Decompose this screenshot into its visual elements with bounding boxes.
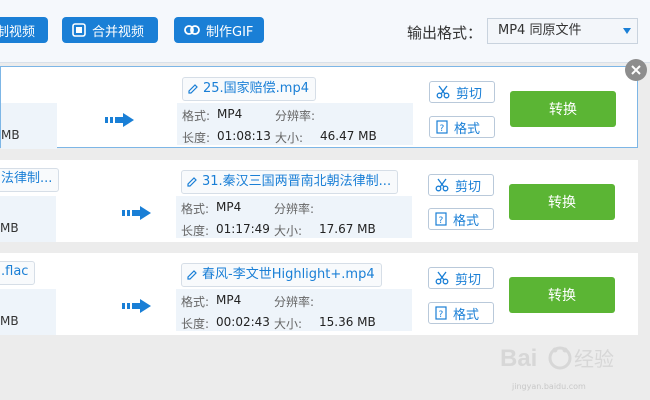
svg-text:Bai: Bai xyxy=(500,345,537,372)
pencil-icon xyxy=(188,84,198,94)
source-size: MB xyxy=(1,128,20,142)
merge-video-label: 合并视频 xyxy=(92,24,145,40)
convert-arrow-icon xyxy=(105,113,134,127)
convert-label: 转换 xyxy=(548,195,576,211)
output-format-value: MP4 同原文件 xyxy=(498,23,582,38)
output-filename-text: 春风-李文世Highlight+.mp4 xyxy=(202,267,375,282)
format-button-label: 格式 xyxy=(453,307,480,323)
resolution-key: 分辨率: xyxy=(274,295,315,309)
convert-button[interactable]: 转换 xyxy=(509,184,615,220)
size-value: 17.67 MB xyxy=(319,222,376,236)
cut-label: 剪切 xyxy=(455,272,482,288)
watermark-url: jingyan.baidu.com xyxy=(512,382,586,391)
output-filename[interactable]: 25.国家赔偿.mp4 xyxy=(182,77,316,101)
output-info: 格式: MP4 分辨率: 长度: 01:17:49 大小: 17.67 MB xyxy=(176,196,412,238)
format-button[interactable]: ? 格式 xyxy=(429,116,495,138)
file-row[interactable]: 法律制... MB 31.秦汉三国两晋南北朝法律制... 格式: MP4 分辨率… xyxy=(0,160,638,242)
resolution-key: 分辨率: xyxy=(274,202,315,216)
link-icon xyxy=(184,25,200,35)
merge-icon xyxy=(72,23,86,37)
duration-key: 长度: xyxy=(181,224,210,238)
format-button-label: 格式 xyxy=(454,121,481,137)
edit-video-button[interactable]: 制视频 xyxy=(0,17,48,43)
size-key: 大小: xyxy=(274,224,303,238)
cut-label: 剪切 xyxy=(456,86,483,102)
edit-video-label: 制视频 xyxy=(0,24,36,40)
chevron-down-icon xyxy=(623,28,631,34)
source-filename: .flac xyxy=(0,261,36,285)
format-value: MP4 xyxy=(216,293,242,307)
output-format-label: 输出格式： xyxy=(407,24,483,42)
file-row[interactable]: .flac MB 春风-李文世Highlight+.mp4 格式: MP4 分辨… xyxy=(0,253,638,335)
question-doc-icon: ? xyxy=(436,120,448,134)
size-value: 46.47 MB xyxy=(320,129,377,143)
format-key: 格式: xyxy=(182,109,211,123)
output-info: 格式: MP4 分辨率: 长度: 00:02:43 大小: 15.36 MB xyxy=(176,289,412,331)
source-filename-text: 法律制... xyxy=(1,171,53,186)
size-key: 大小: xyxy=(275,131,304,145)
convert-button[interactable]: 转换 xyxy=(509,277,615,313)
make-gif-label: 制作GIF xyxy=(206,24,254,40)
convert-arrow-icon xyxy=(122,299,151,313)
merge-video-button[interactable]: 合并视频 xyxy=(62,17,158,43)
cut-button[interactable]: 剪切 xyxy=(428,267,494,289)
source-info xyxy=(0,289,56,335)
output-filename[interactable]: 春风-李文世Highlight+.mp4 xyxy=(181,263,382,287)
scissors-icon xyxy=(436,85,450,99)
svg-text:经验: 经验 xyxy=(574,347,614,371)
format-value: MP4 xyxy=(217,107,243,121)
cut-button[interactable]: 剪切 xyxy=(429,81,495,103)
baidu-watermark-logo: Bai 经验 xyxy=(500,345,614,372)
output-format-select[interactable]: MP4 同原文件 xyxy=(487,18,638,44)
source-info xyxy=(1,103,57,149)
source-filename-text: .flac xyxy=(1,264,29,279)
format-button[interactable]: ? 格式 xyxy=(428,208,494,230)
convert-arrow-icon xyxy=(122,206,151,220)
output-filename[interactable]: 31.秦汉三国两晋南北朝法律制... xyxy=(181,170,399,194)
format-key: 格式: xyxy=(181,202,210,216)
pencil-icon xyxy=(187,177,197,187)
make-gif-button[interactable]: 制作GIF xyxy=(174,17,264,43)
format-key: 格式: xyxy=(181,295,210,309)
duration-value: 01:08:13 xyxy=(217,129,271,143)
question-doc-icon: ? xyxy=(435,212,447,226)
svg-text:?: ? xyxy=(439,216,444,226)
source-size: MB xyxy=(0,314,19,328)
resolution-key: 分辨率: xyxy=(275,109,316,123)
convert-button[interactable]: 转换 xyxy=(510,91,616,127)
cut-label: 剪切 xyxy=(455,179,482,195)
duration-value: 01:17:49 xyxy=(216,222,270,236)
size-key: 大小: xyxy=(274,317,303,331)
file-row[interactable]: MB 25.国家赔偿.mp4 格式: MP4 分辨率: 长度: 01:08:13… xyxy=(0,66,638,149)
convert-label: 转换 xyxy=(549,102,577,118)
scissors-icon xyxy=(435,178,449,192)
output-filename-text: 25.国家赔偿.mp4 xyxy=(203,81,309,96)
cut-button[interactable]: 剪切 xyxy=(428,174,494,196)
source-filename: 法律制... xyxy=(0,168,60,192)
scissors-icon xyxy=(435,271,449,285)
output-filename-text: 31.秦汉三国两晋南北朝法律制... xyxy=(202,174,392,189)
size-value: 15.36 MB xyxy=(319,315,376,329)
duration-value: 00:02:43 xyxy=(216,315,270,329)
pencil-icon xyxy=(187,270,197,280)
question-doc-icon: ? xyxy=(435,306,447,320)
svg-text:?: ? xyxy=(439,310,444,320)
close-icon xyxy=(631,65,641,75)
convert-label: 转换 xyxy=(548,288,576,304)
svg-text:?: ? xyxy=(440,124,445,134)
format-button[interactable]: ? 格式 xyxy=(428,302,494,324)
remove-row-button[interactable] xyxy=(625,59,647,81)
toolbar: 制视频 合并视频 制作GIF 输出格式： MP4 同原文件 xyxy=(0,0,650,63)
duration-key: 长度: xyxy=(182,131,211,145)
output-info: 格式: MP4 分辨率: 长度: 01:08:13 大小: 46.47 MB xyxy=(177,103,413,145)
format-button-label: 格式 xyxy=(453,213,480,229)
duration-key: 长度: xyxy=(181,317,210,331)
format-value: MP4 xyxy=(216,200,242,214)
source-size: MB xyxy=(0,221,19,235)
source-info xyxy=(0,196,56,242)
